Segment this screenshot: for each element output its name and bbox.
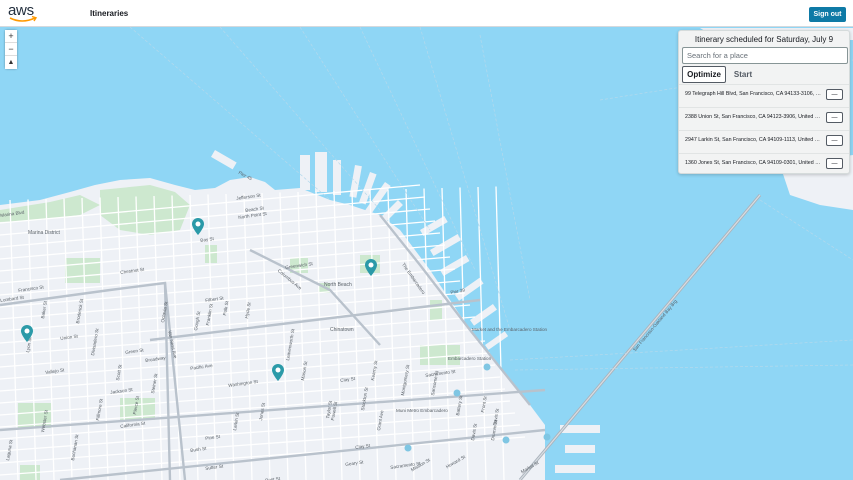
street-label: Gough St <box>193 310 202 331</box>
street-label: Webster St <box>40 409 49 433</box>
street-label: Chestnut St <box>120 266 145 275</box>
street-label: Columbus Ave <box>276 268 303 291</box>
street-label: Scott St <box>115 364 123 381</box>
bridge-label: San Francisco-Oakland Bay Brg <box>632 298 679 353</box>
street-label: Jefferson St <box>236 192 261 201</box>
zoom-out-button[interactable]: − <box>5 43 17 56</box>
stop-address: 1360 Jones St, San Francisco, CA 94109-0… <box>685 160 821 166</box>
street-label: Howard St <box>445 454 467 470</box>
top-navigation: aws Itineraries Sign out <box>0 0 853 27</box>
street-label: Front St <box>480 395 488 413</box>
station-label: Market and the Embarcadero Station <box>472 327 548 332</box>
street-label: Fillmore St <box>95 398 104 421</box>
street-label: Lombard St <box>0 294 25 303</box>
logo-smile-icon <box>9 15 38 22</box>
street-label: Vallejo St <box>45 367 65 375</box>
street-label: Octavia St <box>160 301 169 323</box>
stop-remove-button[interactable]: — <box>826 158 843 169</box>
stop-remove-button[interactable]: — <box>826 89 843 100</box>
street-label: Steiner St <box>150 373 159 394</box>
street-label: Larkin St <box>232 412 241 431</box>
itinerary-marker-icon[interactable] <box>192 218 204 235</box>
station-label: Embarcadero Station <box>448 356 492 361</box>
street-label: Francisco St <box>18 284 44 293</box>
station-label: Muni Metro Embarcadero <box>396 408 448 413</box>
street-label: Washington St <box>228 378 259 388</box>
street-label: Clay St <box>340 375 356 383</box>
district-label: North Beach <box>324 282 352 288</box>
street-label: Geary St <box>345 459 364 467</box>
street-label: Baker St <box>40 300 48 319</box>
district-label: Chinatown <box>330 327 354 333</box>
street-label: Bush St <box>190 445 207 453</box>
itinerary-marker-icon[interactable] <box>21 325 33 342</box>
street-label: Divisadero St <box>90 328 100 356</box>
street-label: Hyde St <box>244 301 252 319</box>
street-label: Jackson St <box>110 386 133 395</box>
aws-logo[interactable]: aws <box>8 2 42 23</box>
street-label: Mason St <box>300 360 309 381</box>
street-label: Jones St <box>258 402 267 421</box>
street-label: Van Ness Ave <box>167 330 178 359</box>
street-label: Grant Ave <box>376 409 385 431</box>
street-label: Broadway <box>145 355 166 363</box>
reset-bearing-button[interactable]: ▲ <box>5 56 17 69</box>
street-label: Pier 39 <box>450 287 466 295</box>
street-label: Kearny St <box>370 360 379 381</box>
stop-list-item: 99 Telegraph Hill Blvd, San Francisco, C… <box>679 84 849 105</box>
street-label: Buchanan St <box>70 434 80 461</box>
zoom-in-button[interactable]: + <box>5 30 17 43</box>
itinerary-title: Itinerary scheduled for Saturday, July 9 <box>694 35 834 44</box>
street-label: Broderick St <box>75 298 85 324</box>
street-label: Greenwich St <box>285 261 314 270</box>
street-label: Pine St <box>205 433 221 441</box>
street-label: California St <box>120 420 146 429</box>
street-label: Polk St <box>222 300 230 316</box>
stop-address: 2388 Union St, San Francisco, CA 94123-3… <box>685 114 821 120</box>
street-label: Pacific Ave <box>190 362 213 371</box>
stop-address: 99 Telegraph Hill Blvd, San Francisco, C… <box>685 91 821 97</box>
street-label: Union St <box>60 333 79 341</box>
itinerary-panel: Itinerary scheduled for Saturday, July 9… <box>678 30 850 174</box>
itinerary-marker-icon[interactable] <box>365 259 377 276</box>
street-label: Post St <box>265 475 281 480</box>
street-label: Bay St <box>200 236 215 243</box>
street-label: Davis St <box>470 423 478 441</box>
stop-remove-button[interactable]: — <box>826 112 843 123</box>
street-label: Stockton St <box>360 386 370 411</box>
street-label: Laguna St <box>5 439 14 461</box>
stop-list-item: 2388 Union St, San Francisco, CA 94123-3… <box>679 107 849 128</box>
street-label: Sacramento St <box>425 368 456 378</box>
optimize-button[interactable]: Optimize <box>682 66 726 83</box>
street-label: The Embarcadero <box>400 262 427 295</box>
street-label: Market St <box>520 460 540 475</box>
street-label: Franklin St <box>205 303 214 326</box>
nav-title[interactable]: Itineraries <box>90 9 128 18</box>
district-label: Marina District <box>28 230 60 236</box>
stop-list-item: 2947 Larkin St, San Francisco, CA 94109-… <box>679 130 849 151</box>
street-label: Battery St <box>455 395 464 416</box>
map-zoom-controls: + − ▲ <box>5 30 17 69</box>
street-label: Pierce St <box>132 395 141 415</box>
stop-list-item: 1360 Jones St, San Francisco, CA 94109-0… <box>679 153 849 174</box>
street-label: Montgomery St <box>400 364 411 396</box>
stop-remove-button[interactable]: — <box>826 135 843 146</box>
street-label: Clay St <box>355 442 371 450</box>
start-button[interactable]: Start <box>729 66 757 83</box>
street-label: North Point St <box>238 211 268 220</box>
street-label: Filbert St <box>205 295 224 303</box>
street-label: Green St <box>125 347 144 355</box>
itinerary-marker-icon[interactable] <box>272 364 284 381</box>
stop-address: 2947 Larkin St, San Francisco, CA 94109-… <box>685 137 821 143</box>
street-label: Leavenworth St <box>285 328 296 361</box>
place-search-input[interactable] <box>682 47 848 64</box>
sign-out-button[interactable]: Sign out <box>809 7 846 22</box>
street-label: Sutter St <box>205 463 224 471</box>
street-label: Pier 45 <box>237 170 253 182</box>
street-label: Marina Blvd <box>0 209 25 218</box>
